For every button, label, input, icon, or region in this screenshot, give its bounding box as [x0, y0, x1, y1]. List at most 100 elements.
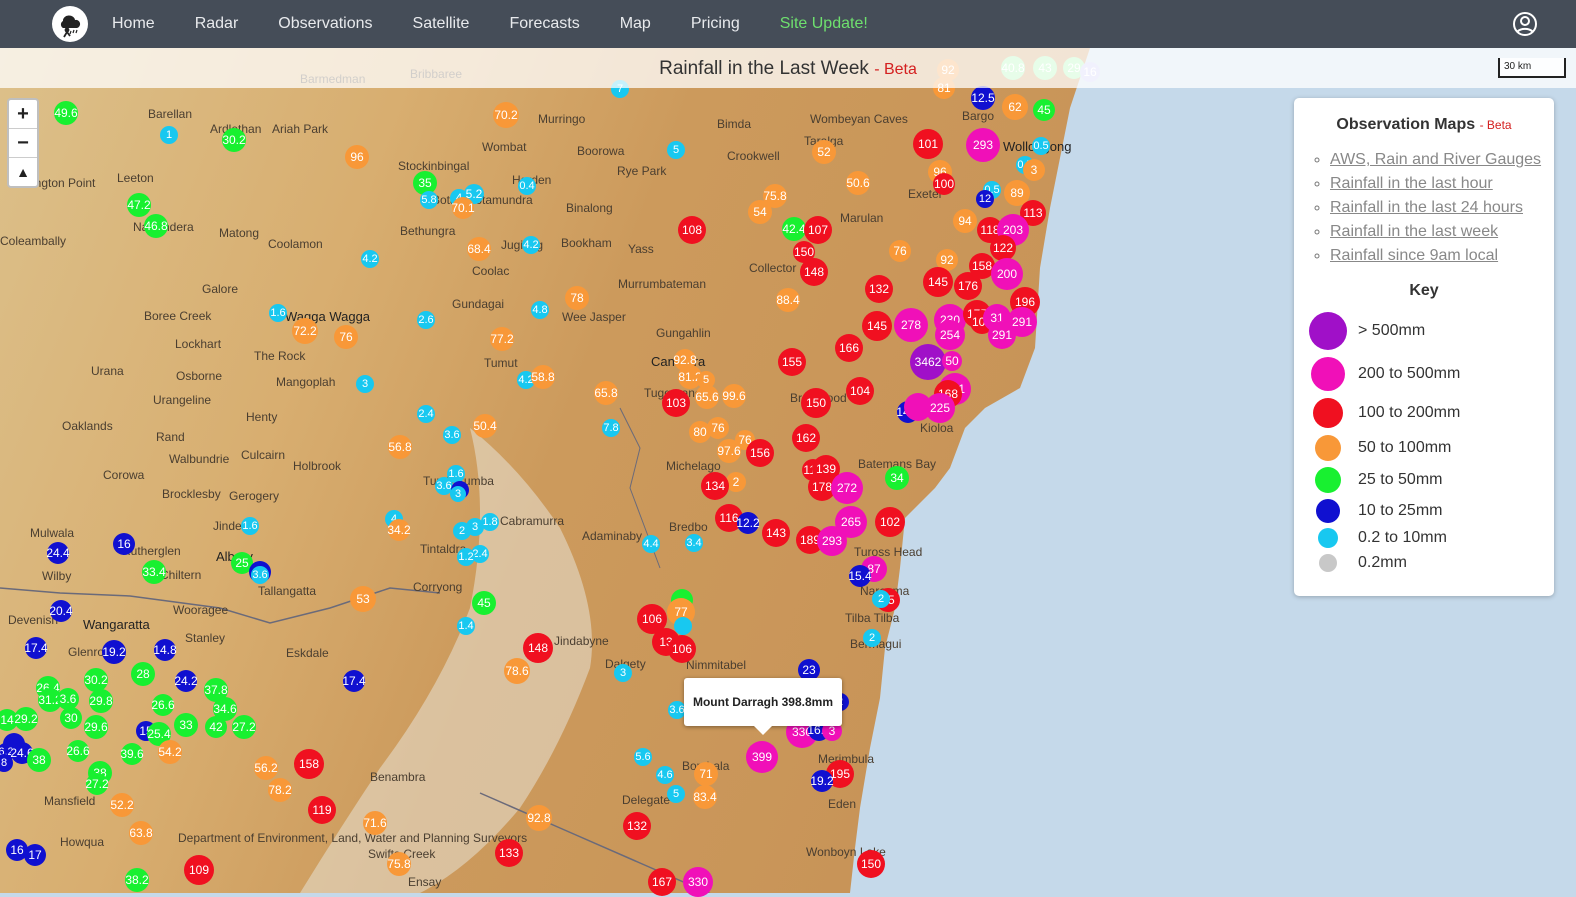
rainfall-marker[interactable]: 78 [565, 286, 589, 310]
rainfall-marker[interactable]: 4.8 [531, 301, 549, 319]
rainfall-marker[interactable]: 17.4 [342, 670, 366, 692]
rainfall-marker[interactable]: 78.2 [268, 778, 292, 802]
rainfall-marker[interactable]: 29.6 [84, 715, 108, 739]
rainfall-marker[interactable]: 63.8 [129, 821, 153, 845]
rainfall-marker[interactable]: 71 [694, 762, 718, 786]
zoom-in-button[interactable]: + [9, 100, 37, 129]
rainfall-marker[interactable]: 56.8 [388, 435, 412, 459]
link-rainfall-24-hours[interactable]: Rainfall in the last 24 hours [1330, 199, 1523, 216]
rainfall-marker[interactable]: 2 [453, 522, 471, 540]
rainfall-marker[interactable]: 34 [885, 466, 909, 490]
rainfall-marker[interactable]: 96 [345, 145, 369, 169]
rainfall-marker[interactable]: 20.4 [49, 600, 73, 622]
rainfall-marker[interactable]: 56.2 [254, 756, 278, 780]
rainfall-marker[interactable]: 1.6 [269, 304, 287, 322]
rainfall-marker[interactable]: 103 [662, 389, 690, 417]
rainfall-marker[interactable]: 45 [472, 591, 496, 615]
rainfall-marker[interactable]: 88.4 [776, 288, 800, 312]
rainfall-marker[interactable]: 26.6 [66, 740, 90, 762]
rainfall-marker[interactable]: 42 [205, 716, 227, 738]
rainfall-marker[interactable]: 156 [746, 439, 774, 467]
rainfall-marker[interactable]: 155 [778, 348, 806, 376]
rainfall-marker[interactable]: 14.8 [153, 639, 177, 661]
rainfall-marker[interactable]: 291 [988, 321, 1016, 349]
rainfall-marker[interactable]: 150 [857, 850, 885, 878]
rainfall-marker[interactable]: 5 [667, 141, 685, 159]
rainfall-marker[interactable]: 2 [726, 472, 746, 492]
rainfall-marker[interactable]: 58.8 [531, 365, 555, 389]
rainfall-marker[interactable]: 293 [817, 526, 847, 556]
rainfall-marker[interactable]: 29.2 [14, 707, 38, 731]
rainfall-marker[interactable]: 97.6 [717, 439, 741, 463]
rainfall-marker[interactable]: 24.4 [46, 542, 70, 564]
rainfall-marker[interactable]: 145 [923, 267, 953, 297]
rainfall-marker[interactable]: 76 [889, 240, 911, 262]
rainfall-marker[interactable]: 104 [846, 377, 874, 405]
rainfall-marker[interactable]: 278 [894, 308, 928, 342]
nav-map[interactable]: Map [620, 15, 651, 33]
rainfall-marker[interactable]: 72.2 [292, 318, 318, 344]
rainfall-marker[interactable]: 143 [762, 519, 790, 547]
nav-satellite[interactable]: Satellite [413, 15, 470, 33]
rainfall-marker[interactable]: 399 [746, 741, 778, 773]
rainfall-marker[interactable]: 92.8 [526, 805, 552, 831]
link-rainfall-last-week[interactable]: Rainfall in the last week [1330, 223, 1498, 240]
rainfall-marker[interactable]: 1.2 [457, 548, 475, 566]
rainfall-marker[interactable]: 4.6 [656, 766, 674, 784]
rainfall-marker[interactable]: 39.6 [120, 743, 144, 765]
rainfall-marker[interactable]: 0.5 [1032, 137, 1050, 155]
rainfall-marker[interactable]: 162 [792, 424, 820, 452]
rainfall-marker[interactable]: 3 [450, 486, 466, 502]
rainfall-marker[interactable]: 68.4 [467, 237, 491, 261]
rainfall-marker[interactable]: 3.4 [685, 534, 703, 552]
rainfall-marker[interactable]: 83.4 [693, 785, 717, 809]
rainfall-marker[interactable]: 150 [801, 388, 831, 418]
rainfall-marker[interactable]: 293 [966, 128, 1000, 162]
rainfall-marker[interactable]: 46.8 [144, 214, 168, 238]
rainfall-marker[interactable]: 49.6 [54, 101, 78, 125]
rainfall-marker[interactable]: 7.8 [602, 419, 620, 437]
rainfall-marker[interactable]: 38 [27, 748, 51, 772]
rainfall-marker[interactable]: 3.6 [443, 426, 461, 444]
nav-home[interactable]: Home [112, 15, 155, 33]
rainfall-marker[interactable]: 3.6 [251, 566, 269, 584]
rainfall-marker[interactable]: 33 [174, 713, 198, 737]
nav-site-update[interactable]: Site Update! [780, 15, 868, 33]
rainfall-marker[interactable]: 29.8 [89, 689, 113, 713]
rainfall-marker[interactable]: 47.2 [127, 193, 151, 217]
rainfall-marker[interactable]: 17 [24, 844, 46, 866]
rainfall-marker[interactable]: 106 [668, 635, 696, 663]
logo-icon[interactable] [52, 6, 88, 42]
rainfall-marker[interactable]: 272 [831, 472, 863, 504]
rainfall-marker[interactable]: 4.2 [522, 236, 540, 254]
rainfall-marker[interactable]: 75.8 [387, 852, 411, 876]
rainfall-marker[interactable]: 45 [1033, 99, 1055, 121]
rainfall-marker[interactable]: 16 [113, 533, 135, 555]
rainfall-marker[interactable]: 5.6 [634, 748, 652, 766]
rainfall-marker[interactable]: 167 [648, 868, 676, 896]
rainfall-marker[interactable]: 17.4 [24, 637, 48, 659]
rainfall-marker[interactable]: 122 [990, 235, 1016, 261]
rainfall-marker[interactable]: 145 [862, 311, 892, 341]
rainfall-marker[interactable]: 62 [1002, 94, 1028, 120]
nav-forecasts[interactable]: Forecasts [509, 15, 579, 33]
rainfall-marker[interactable]: 33.4 [142, 560, 166, 584]
rainfall-marker[interactable]: 24.2 [174, 670, 198, 692]
rainfall-marker[interactable]: 4.2 [361, 250, 379, 268]
rainfall-marker[interactable]: 4.4 [642, 535, 660, 553]
rainfall-marker[interactable]: 12.5 [971, 86, 995, 110]
rainfall-marker[interactable]: 42.4 [782, 217, 806, 241]
rainfall-marker[interactable]: 5.8 [420, 191, 438, 209]
rainfall-marker[interactable]: 99.6 [722, 384, 746, 408]
rainfall-marker[interactable]: 166 [835, 334, 863, 362]
rainfall-marker[interactable]: 50.6 [846, 171, 870, 195]
rainfall-marker[interactable]: 65.6 [695, 385, 719, 409]
link-aws-gauges[interactable]: AWS, Rain and River Gauges [1330, 151, 1541, 168]
rainfall-marker[interactable]: 176 [954, 272, 982, 300]
user-account-icon[interactable] [1512, 11, 1538, 37]
rainfall-marker[interactable]: 71.6 [363, 811, 387, 835]
rainfall-marker[interactable]: 30 [60, 707, 82, 729]
nav-pricing[interactable]: Pricing [691, 15, 740, 33]
rainfall-marker[interactable]: 2 [872, 590, 890, 608]
rainfall-marker[interactable]: 77.2 [490, 327, 514, 351]
